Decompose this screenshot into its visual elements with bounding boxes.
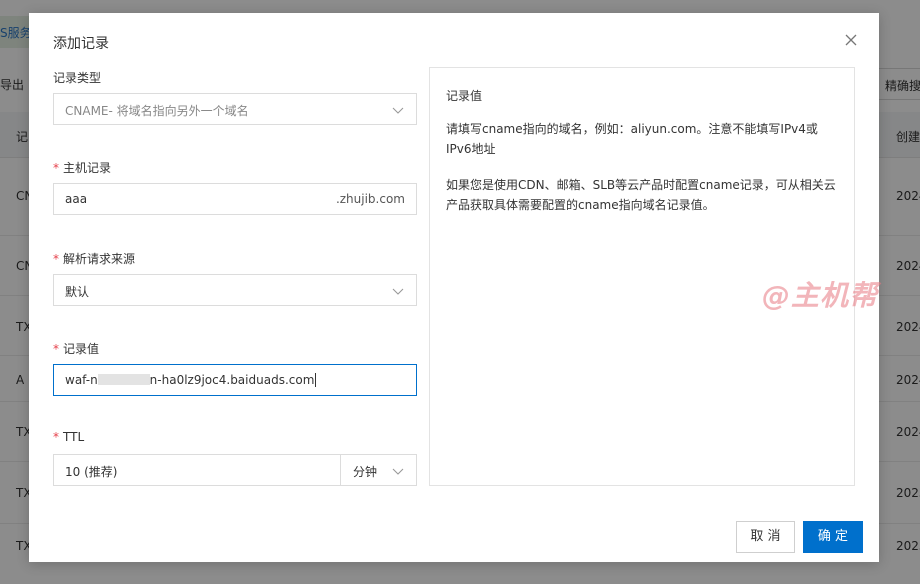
cancel-button[interactable]: 取 消 [736,521,795,553]
watermark: @主机帮 [762,279,879,312]
record-type-value: CNAME- 将域名指向另外一个域名 [65,104,249,118]
ttl-value: 10 (推荐) [65,465,118,479]
required-mark: * [53,161,59,175]
required-mark: * [53,252,59,266]
host-record-input[interactable]: aaa .zhujib.com [53,183,417,215]
ttl-value-select[interactable]: 10 (推荐) [54,455,341,485]
confirm-button[interactable]: 确 定 [803,521,863,553]
record-type-label: 记录类型 [53,69,101,86]
required-mark: * [53,430,59,444]
help-paragraph: 如果您是使用CDN、邮箱、SLB等云产品时配置cname记录，可从相关云产品获取… [446,178,836,212]
text-cursor [315,373,317,387]
dialog-title: 添加记录 [53,36,109,52]
chevron-down-icon [392,107,404,114]
record-type-label-text: 记录类型 [53,71,102,85]
chevron-down-icon [392,468,404,475]
redacted-mask [97,374,150,385]
add-record-dialog: 添加记录 记录类型 CNAME- 将域名指向另外一个域名 * 主机记录 aaa .… [29,13,879,562]
ttl-control: 10 (推荐) 分钟 [53,454,417,486]
host-record-value: aaa [65,192,88,206]
record-value-label-text: 记录值 [63,342,100,356]
record-value-input[interactable]: waf-n n-ha0lz9joc4.baiduads.com [53,364,417,396]
record-value-text: waf-n n-ha0lz9joc4.baiduads.com [65,373,317,387]
resolve-source-label-text: 解析请求来源 [63,252,136,266]
close-icon [845,34,857,46]
resolve-source-value: 默认 [65,285,90,299]
record-value-label: * 记录值 [53,340,99,357]
record-value-suffix: n-ha0lz9joc4.baiduads.com [149,373,315,387]
host-record-label: * 主机记录 [53,159,111,176]
close-button[interactable] [843,32,859,48]
chevron-down-icon [392,288,404,295]
domain-suffix: .zhujib.com [335,192,405,206]
resolve-source-label: * 解析请求来源 [53,250,135,267]
help-title: 记录值 [446,89,483,103]
record-type-select[interactable]: CNAME- 将域名指向另外一个域名 [53,93,417,125]
help-paragraph: 请填写cname指向的域名，例如：aliyun.com。注意不能填写IPv4或I… [446,122,818,156]
required-mark: * [53,342,59,356]
ttl-label-text: TTL [63,430,85,444]
ttl-unit: 分钟 [353,465,378,479]
host-record-label-text: 主机记录 [63,161,112,175]
ttl-label: * TTL [53,430,84,444]
record-value-prefix: waf-n [65,373,98,387]
resolve-source-select[interactable]: 默认 [53,274,417,306]
